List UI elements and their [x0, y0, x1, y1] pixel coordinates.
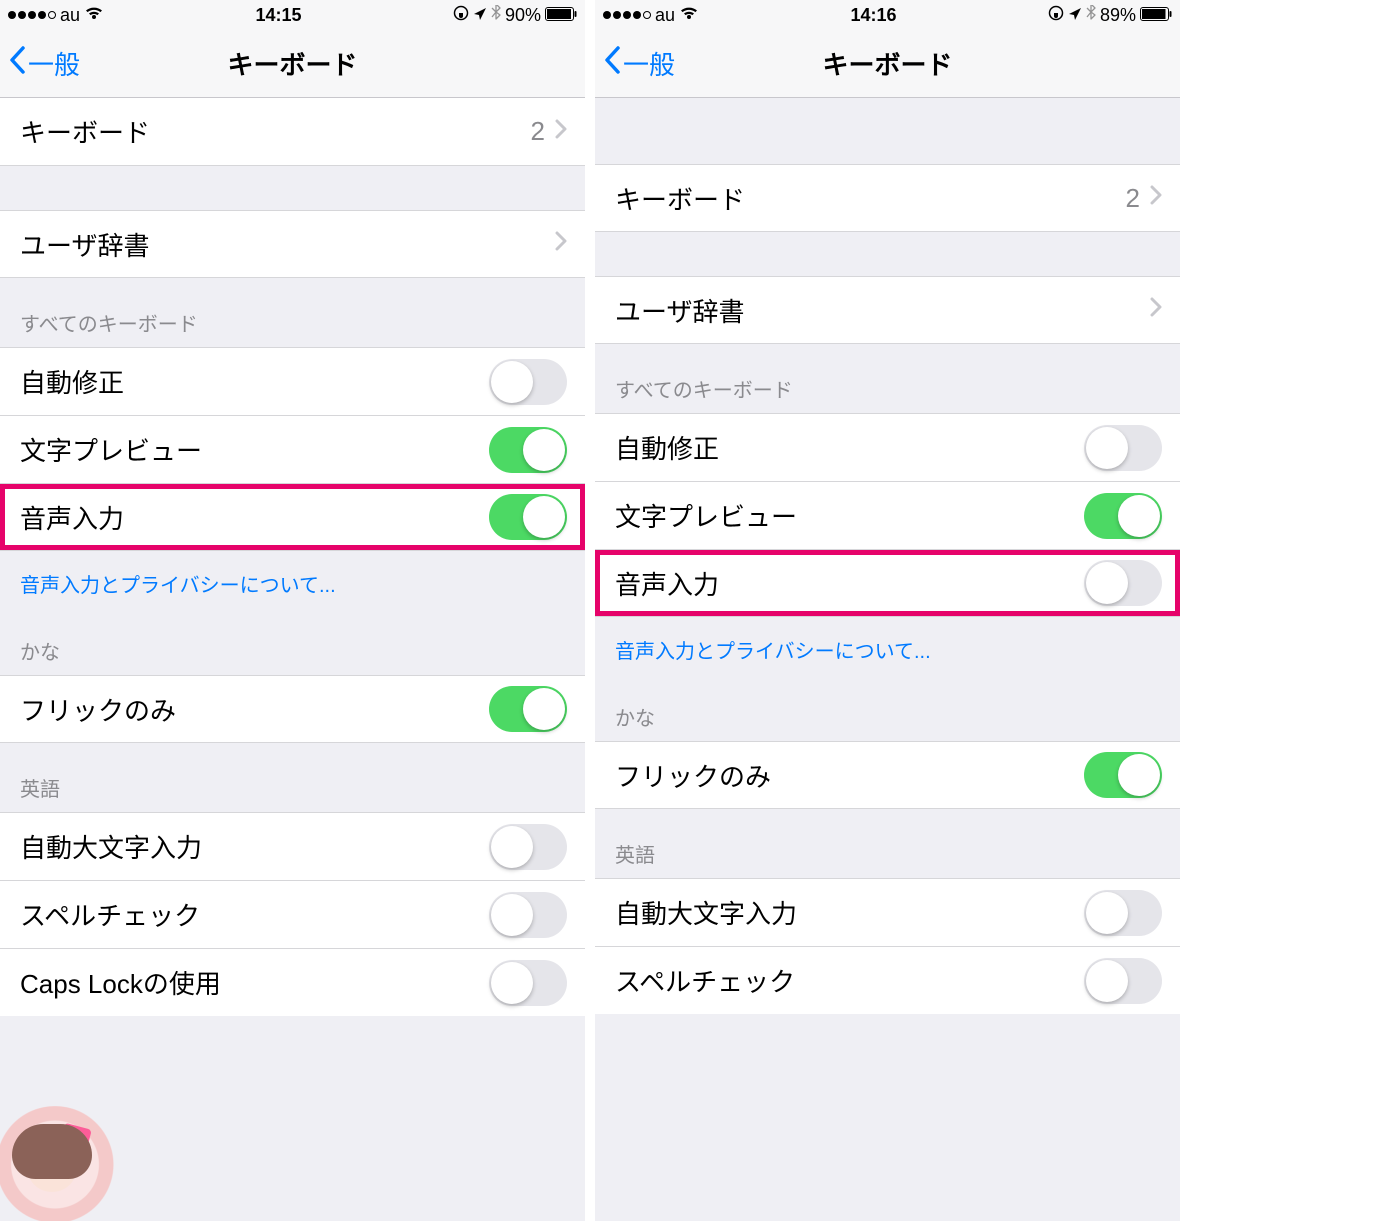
- dictation-privacy-link[interactable]: 音声入力とプライバシーについて...: [595, 617, 1180, 672]
- toggle-flick-only[interactable]: [489, 686, 567, 732]
- bluetooth-icon: [491, 5, 501, 26]
- wifi-icon: [84, 5, 104, 26]
- row-label: ユーザ辞書: [615, 292, 1150, 329]
- chevron-right-icon: [1150, 297, 1162, 323]
- toggle-spellcheck[interactable]: [1084, 958, 1162, 1004]
- row-label: キーボード: [20, 113, 531, 150]
- toggle-autocap[interactable]: [489, 824, 567, 870]
- phone-right: au 14:16 89% 一般: [595, 0, 1180, 1221]
- status-left: au: [8, 5, 104, 26]
- row-label: 文字プレビュー: [615, 497, 1084, 534]
- location-icon: [1068, 5, 1082, 26]
- carrier-label: au: [655, 5, 675, 26]
- battery-percent: 90%: [505, 5, 541, 26]
- row-label: フリックのみ: [20, 691, 489, 728]
- chevron-left-icon: [8, 45, 26, 82]
- status-bar: au 14:15 90%: [0, 0, 585, 30]
- row-label: 自動大文字入力: [20, 828, 489, 865]
- back-label: 一般: [623, 45, 675, 82]
- row-label: 文字プレビュー: [20, 431, 489, 468]
- dictation-privacy-link[interactable]: 音声入力とプライバシーについて...: [0, 551, 585, 606]
- section-header-english: 英語: [0, 743, 585, 812]
- row-spellcheck[interactable]: スペルチェック: [595, 946, 1180, 1014]
- settings-content[interactable]: キーボード 2 ユーザ辞書 すべてのキーボード 自動修正 文字プレビュー 音声入…: [0, 98, 585, 1221]
- row-dictation[interactable]: 音声入力: [0, 483, 585, 551]
- row-label: スペルチェック: [20, 896, 489, 933]
- row-label: 自動修正: [615, 429, 1084, 466]
- section-header-all-keyboards: すべてのキーボード: [595, 344, 1180, 413]
- row-autocorrect[interactable]: 自動修正: [0, 347, 585, 415]
- section-header-english: 英語: [595, 809, 1180, 878]
- toggle-capslock[interactable]: [489, 960, 567, 1006]
- row-label: 自動修正: [20, 363, 489, 400]
- row-label: 音声入力: [615, 565, 1084, 602]
- toggle-char-preview[interactable]: [489, 427, 567, 473]
- status-time: 14:16: [850, 5, 896, 26]
- row-autocap[interactable]: 自動大文字入力: [0, 812, 585, 880]
- status-bar: au 14:16 89%: [595, 0, 1180, 30]
- toggle-autocap[interactable]: [1084, 890, 1162, 936]
- toggle-dictation[interactable]: [1084, 560, 1162, 606]
- section-header-kana: かな: [0, 606, 585, 675]
- back-button[interactable]: 一般: [0, 45, 80, 82]
- row-capslock[interactable]: Caps Lockの使用: [0, 948, 585, 1016]
- chevron-left-icon: [603, 45, 621, 82]
- back-label: 一般: [28, 45, 80, 82]
- battery-percent: 89%: [1100, 5, 1136, 26]
- toggle-autocorrect[interactable]: [489, 359, 567, 405]
- toggle-dictation[interactable]: [489, 494, 567, 540]
- row-label: 自動大文字入力: [615, 894, 1084, 931]
- rotation-lock-icon: [1048, 5, 1064, 26]
- row-autocorrect[interactable]: 自動修正: [595, 413, 1180, 481]
- row-user-dictionary[interactable]: ユーザ辞書: [595, 276, 1180, 344]
- nav-title: キーボード: [0, 45, 585, 82]
- battery-icon: [1140, 5, 1172, 26]
- chevron-right-icon: [555, 119, 567, 145]
- row-dictation[interactable]: 音声入力: [595, 549, 1180, 617]
- nav-bar: 一般 キーボード: [0, 30, 585, 98]
- signal-dots-icon: [8, 11, 56, 19]
- row-autocap[interactable]: 自動大文字入力: [595, 878, 1180, 946]
- phone-left: au 14:15 90% 一般: [0, 0, 585, 1221]
- row-keyboards[interactable]: キーボード 2: [595, 164, 1180, 232]
- row-keyboards[interactable]: キーボード 2: [0, 98, 585, 166]
- toggle-char-preview[interactable]: [1084, 493, 1162, 539]
- chevron-right-icon: [1150, 185, 1162, 211]
- carrier-label: au: [60, 5, 80, 26]
- signal-dots-icon: [603, 11, 651, 19]
- toggle-flick-only[interactable]: [1084, 752, 1162, 798]
- row-char-preview[interactable]: 文字プレビュー: [595, 481, 1180, 549]
- settings-content[interactable]: キーボード 2 ユーザ辞書 すべてのキーボード 自動修正 文字プレビュー 音声入…: [595, 98, 1180, 1221]
- row-label: ユーザ辞書: [20, 226, 555, 263]
- row-flick-only[interactable]: フリックのみ: [595, 741, 1180, 809]
- status-right: 89%: [1048, 5, 1172, 26]
- status-right: 90%: [453, 5, 577, 26]
- row-label: キーボード: [615, 180, 1126, 217]
- bluetooth-icon: [1086, 5, 1096, 26]
- status-time: 14:15: [255, 5, 301, 26]
- row-flick-only[interactable]: フリックのみ: [0, 675, 585, 743]
- row-spellcheck[interactable]: スペルチェック: [0, 880, 585, 948]
- wifi-icon: [679, 5, 699, 26]
- status-left: au: [603, 5, 699, 26]
- row-label: スペルチェック: [615, 962, 1084, 999]
- toggle-autocorrect[interactable]: [1084, 425, 1162, 471]
- row-value: 2: [1126, 183, 1140, 214]
- row-label: 音声入力: [20, 499, 489, 536]
- back-button[interactable]: 一般: [595, 45, 675, 82]
- rotation-lock-icon: [453, 5, 469, 26]
- row-user-dictionary[interactable]: ユーザ辞書: [0, 210, 585, 278]
- row-label: Caps Lockの使用: [20, 964, 489, 1001]
- row-char-preview[interactable]: 文字プレビュー: [0, 415, 585, 483]
- toggle-spellcheck[interactable]: [489, 892, 567, 938]
- section-header-kana: かな: [595, 672, 1180, 741]
- chevron-right-icon: [555, 231, 567, 257]
- location-icon: [473, 5, 487, 26]
- row-value: 2: [531, 116, 545, 147]
- battery-icon: [545, 5, 577, 26]
- row-label: フリックのみ: [615, 757, 1084, 794]
- section-header-all-keyboards: すべてのキーボード: [0, 278, 585, 347]
- nav-bar: 一般 キーボード: [595, 30, 1180, 98]
- nav-title: キーボード: [595, 45, 1180, 82]
